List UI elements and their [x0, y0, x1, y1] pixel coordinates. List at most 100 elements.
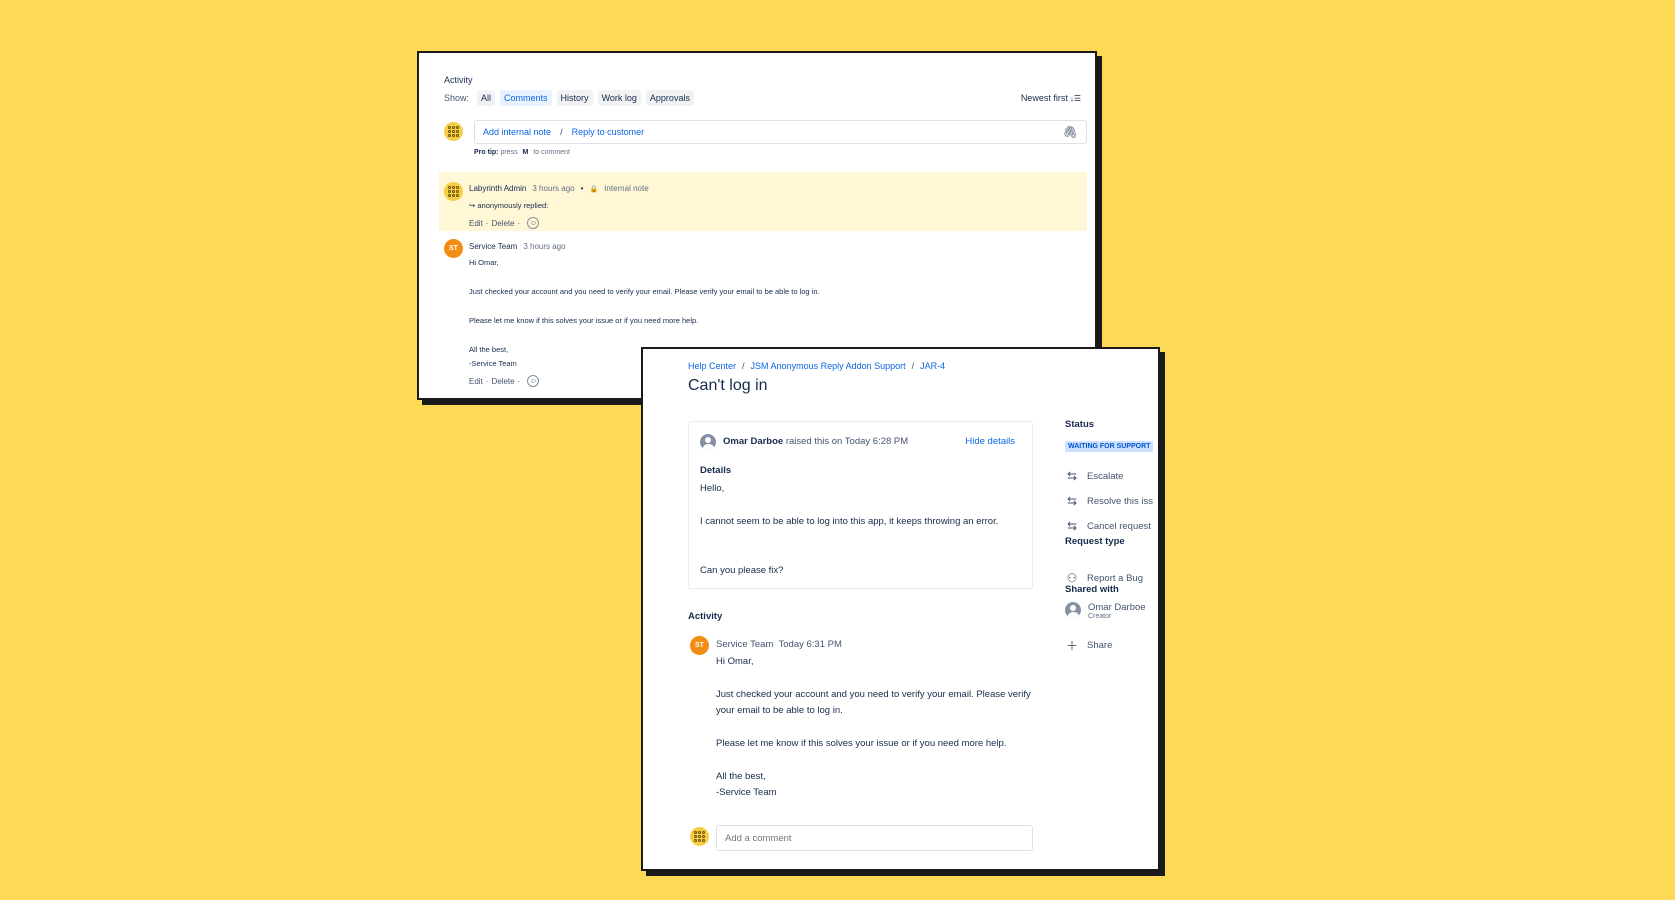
plus-icon: ＋ [1065, 639, 1078, 653]
action-dot: · [517, 376, 521, 386]
pro-tip-press: press [500, 149, 518, 156]
delete-link[interactable]: Delete [491, 219, 514, 228]
action-dot: · [517, 218, 521, 228]
shared-person: Omar Darboe Creator [1065, 602, 1146, 620]
customer-portal-panel: Help Center / JSM Anonymous Reply Addon … [641, 347, 1160, 871]
comment-line: -Service Team [716, 787, 777, 798]
shared-person-role: Creator [1088, 613, 1112, 620]
breadcrumb: Help Center / JSM Anonymous Reply Addon … [688, 361, 945, 371]
transition-arrows-icon: ⇆ [1066, 494, 1078, 508]
comment-author: Service Team [716, 639, 774, 650]
transition-arrows-icon: ⇆ [1066, 469, 1078, 483]
breadcrumb-help-center[interactable]: Help Center [688, 361, 736, 371]
avatar: ST [444, 239, 463, 258]
edit-link[interactable]: Edit [469, 377, 483, 386]
internal-note-comment: Labyrinth Admin 3 hours ago • 🔒 Internal… [439, 172, 1087, 231]
composer-separator: / [560, 127, 563, 137]
edit-link[interactable]: Edit [469, 219, 483, 228]
comment-meta: Service Team Today 6:31 PM [716, 639, 842, 650]
meta-bullet: • [580, 184, 584, 193]
comment-line: -Service Team [469, 359, 517, 368]
breadcrumb-issue-key[interactable]: JAR-4 [920, 361, 945, 371]
raised-text: raised this on Today 6:28 PM [785, 436, 909, 447]
resolve-issue-button[interactable]: ⇆ Resolve this iss [1065, 494, 1153, 508]
activity-filter-bar: Show: All Comments History Work log Appr… [444, 90, 694, 106]
shared-with-label: Shared with [1065, 584, 1119, 595]
show-label: Show: [444, 93, 470, 103]
share-label: Share [1087, 640, 1113, 651]
reply-to-customer-link[interactable]: Reply to customer [572, 127, 645, 137]
internal-note-label: Internal note [604, 184, 649, 193]
filter-worklog-button[interactable]: Work log [597, 90, 641, 106]
avatar [690, 827, 709, 846]
filter-history-button[interactable]: History [556, 90, 593, 106]
details-line: Hello, [700, 483, 725, 494]
paperclip-icon[interactable]: 🖇 [1063, 125, 1078, 139]
comment-actions: Edit · Delete · ☺ [469, 217, 540, 229]
request-type-value: ⚇ Report a Bug [1065, 571, 1143, 585]
comment-line: Hi Omar, [716, 656, 754, 667]
hide-details-link[interactable]: Hide details [965, 436, 1015, 447]
share-button[interactable]: ＋ Share [1065, 637, 1112, 654]
page-title: Can't log in [688, 377, 768, 394]
filter-comments-button[interactable]: Comments [500, 90, 552, 106]
comment-line: your email to be able to log in. [716, 705, 843, 716]
add-comment-input[interactable] [716, 825, 1033, 851]
sort-descending-icon: ↓☰ [1069, 94, 1081, 103]
add-internal-note-link[interactable]: Add internal note [483, 127, 551, 137]
comment-line: Please let me know if this solves your i… [469, 316, 699, 325]
comment-author: Service Team [469, 242, 518, 251]
details-line: I cannot seem to be able to log into thi… [700, 516, 999, 527]
lock-icon: 🔒 [589, 185, 599, 193]
details-label: Details [700, 465, 732, 476]
comment-line: Please let me know if this solves your i… [716, 738, 1007, 749]
comment-line: All the best, [716, 771, 766, 782]
user-avatar-icon [700, 434, 716, 450]
cancel-request-button[interactable]: ⇆ Cancel request [1065, 519, 1151, 533]
comment-line: Just checked your account and you need t… [469, 287, 820, 296]
comment-time: 3 hours ago [523, 242, 566, 251]
comment-line: Hi Omar, [469, 258, 499, 267]
pro-tip: Pro tip: press M to comment [474, 149, 570, 156]
bug-report-icon: ⚇ [1066, 571, 1078, 585]
user-avatar-icon [1065, 602, 1081, 618]
anonymous-reply-text: ↪ anonymously replied: [469, 201, 549, 210]
pro-tip-label: Pro tip: [474, 149, 499, 156]
breadcrumb-separator: / [911, 361, 915, 371]
breadcrumb-project[interactable]: JSM Anonymous Reply Addon Support [751, 361, 906, 371]
delete-link[interactable]: Delete [491, 377, 514, 386]
action-label: Escalate [1087, 470, 1124, 482]
status-badge: WAITING FOR SUPPORT [1065, 441, 1154, 452]
comment-time: 3 hours ago [532, 184, 575, 193]
add-reaction-icon[interactable]: ☺ [527, 217, 540, 229]
request-details-card: Omar Darboe raised this on Today 6:28 PM… [688, 421, 1033, 589]
comment-line: All the best, [469, 345, 509, 354]
status-label: Status [1065, 419, 1095, 430]
action-dot: · [485, 218, 489, 228]
shared-person-name: Omar Darboe [1088, 602, 1146, 613]
avatar: ST [690, 636, 709, 655]
pro-tip-suffix: to comment [533, 149, 570, 156]
breadcrumb-separator: / [742, 361, 745, 371]
sort-label: Newest first [1020, 93, 1068, 103]
requester-name: Omar Darboe [723, 436, 784, 447]
escalate-button[interactable]: ⇆ Escalate [1065, 469, 1123, 483]
comment-composer[interactable]: Add internal note / Reply to customer 🖇 [474, 120, 1087, 144]
action-dot: · [485, 376, 489, 386]
details-line: Can you please fix? [700, 565, 784, 576]
raised-by-line: Omar Darboe raised this on Today 6:28 PM [723, 436, 908, 447]
sort-order-button[interactable]: Newest first ↓☰ [1021, 93, 1081, 103]
action-label: Resolve this iss [1087, 495, 1153, 507]
pro-tip-key: M [522, 149, 529, 156]
comment-line: Just checked your account and you need t… [716, 689, 1031, 700]
filter-all-button[interactable]: All [477, 90, 496, 106]
add-reaction-icon[interactable]: ☺ [527, 375, 540, 387]
comment-time: Today 6:31 PM [778, 639, 842, 650]
activity-title: Activity [444, 75, 473, 85]
comment-meta: Labyrinth Admin 3 hours ago • 🔒 Internal… [469, 184, 649, 193]
filter-approvals-button[interactable]: Approvals [645, 90, 694, 106]
request-type-text: Report a Bug [1087, 572, 1143, 584]
comment-meta: Service Team 3 hours ago [469, 242, 566, 251]
activity-heading: Activity [688, 611, 723, 622]
request-type-label: Request type [1065, 536, 1125, 547]
